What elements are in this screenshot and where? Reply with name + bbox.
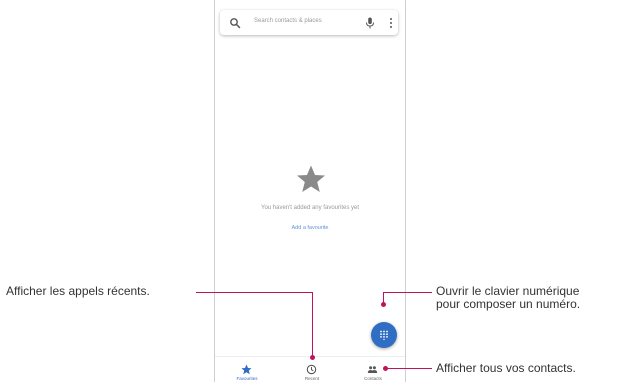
empty-state-message: You haven't added any favourites yet — [261, 205, 359, 211]
people-icon — [367, 366, 378, 373]
search-bar[interactable]: Search contacts & places — [220, 10, 398, 35]
tab-favourites-label: Favourites — [236, 376, 258, 381]
callout-dialpad-line — [383, 292, 432, 293]
tab-contacts-label: Contacts — [364, 376, 382, 381]
callout-contacts-dot — [383, 366, 388, 371]
callout-contacts-line — [386, 368, 432, 369]
callout-contacts: Afficher tous vos contacts. — [436, 361, 576, 375]
callout-recent-dot — [310, 355, 315, 360]
bottom-navigation: Favourites Recent Contacts — [215, 356, 405, 382]
callout-dialpad-dot — [381, 302, 386, 307]
star-icon — [241, 364, 252, 375]
mic-icon[interactable] — [365, 17, 375, 29]
star-icon — [297, 165, 325, 192]
callout-recent: Afficher les appels récents. — [6, 284, 150, 298]
more-vert-icon[interactable] — [388, 17, 394, 29]
callout-dialpad-line2: pour composer un numéro. — [436, 297, 581, 311]
tab-favourites[interactable]: Favourites — [217, 357, 277, 382]
search-input[interactable]: Search contacts & places — [254, 18, 322, 24]
callout-recent-line — [312, 292, 313, 357]
dialpad-icon — [380, 330, 388, 340]
callout-recent-line — [196, 292, 313, 293]
add-favourite-link[interactable]: Add a favourite — [215, 225, 405, 231]
phone-screen: Search contacts & places You haven't add… — [214, 0, 406, 382]
tab-contacts[interactable]: Contacts — [343, 357, 403, 382]
clock-icon — [306, 364, 317, 375]
tab-recent-label: Recent — [304, 376, 320, 381]
dialpad-button[interactable] — [371, 322, 397, 348]
search-icon — [230, 18, 241, 29]
callout-dialpad: Ouvrir le clavier numérique pour compose… — [436, 285, 580, 311]
tab-recent[interactable]: Recent — [282, 357, 342, 382]
